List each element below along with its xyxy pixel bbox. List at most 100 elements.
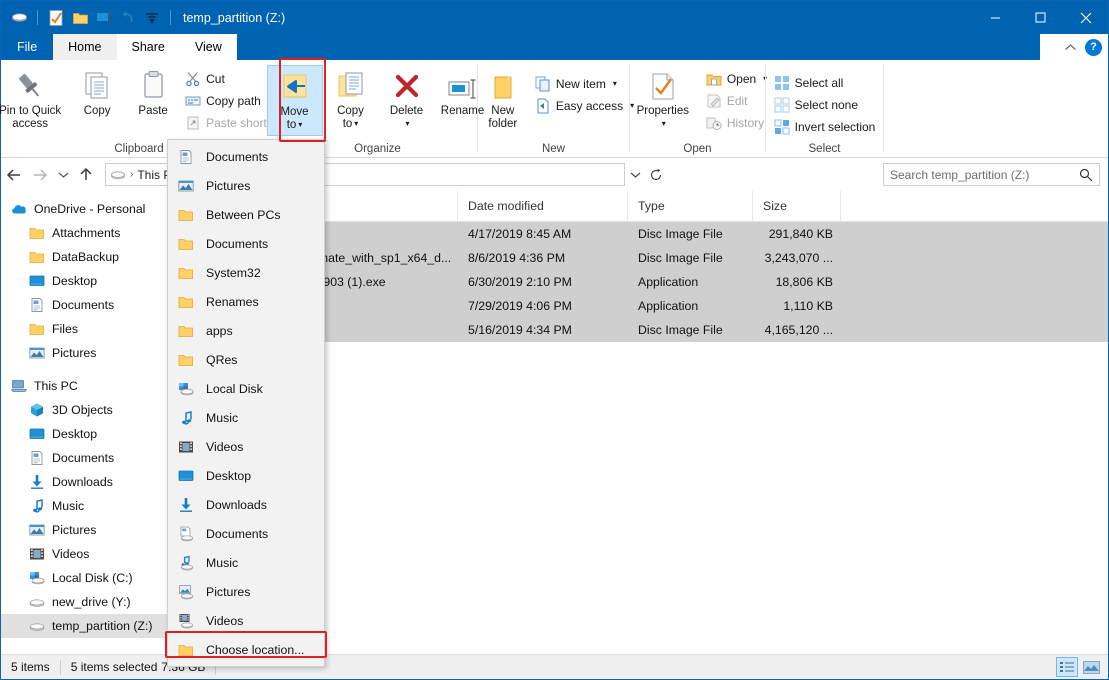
- undo-icon[interactable]: [118, 8, 138, 28]
- file-type-cell: Disc Image File: [628, 323, 753, 337]
- sidebar-item-new-drive-y[interactable]: new_drive (Y:): [1, 590, 170, 614]
- sidebar-item-desktop[interactable]: Desktop: [1, 422, 170, 446]
- sidebar-item-label: 3D Objects: [52, 403, 113, 417]
- select-all-label: Select all: [795, 76, 844, 90]
- sidebar-item-pictures[interactable]: Pictures: [1, 518, 170, 542]
- menu-item-downloads[interactable]: Downloads: [168, 490, 324, 519]
- move-to-icon: [279, 69, 311, 103]
- menu-item-pictures[interactable]: Pictures: [168, 577, 324, 606]
- menu-item-apps[interactable]: apps: [168, 316, 324, 345]
- menu-item-desktop[interactable]: Desktop: [168, 461, 324, 490]
- rename-icon[interactable]: [94, 8, 114, 28]
- menu-item-between-pcs[interactable]: Between PCs: [168, 200, 324, 229]
- search-icon[interactable]: [1079, 168, 1093, 182]
- sidebar-item-databackup[interactable]: DataBackup: [1, 245, 170, 269]
- easy-access-button[interactable]: Easy access ▾: [531, 95, 638, 117]
- sidebar-item-downloads[interactable]: Downloads: [1, 470, 170, 494]
- menu-item-local-disk[interactable]: Local Disk: [168, 374, 324, 403]
- pin-to-quick-access-button[interactable]: Pin to Quick access: [0, 65, 69, 134]
- forward-button[interactable]: [27, 162, 53, 188]
- sidebar-item-pictures[interactable]: Pictures: [1, 341, 170, 365]
- menu-item-label: Music: [206, 411, 238, 425]
- sidebar-item-videos[interactable]: Videos: [1, 542, 170, 566]
- properties-icon[interactable]: [46, 8, 66, 28]
- chevron-up-icon[interactable]: [1064, 43, 1077, 52]
- desktop-icon: [178, 468, 194, 484]
- edit-button[interactable]: Edit: [702, 90, 771, 112]
- column-header-size[interactable]: Size: [753, 191, 841, 222]
- pictures-icon: [178, 178, 194, 194]
- ribbon-tab-bar: File Home Share View: [1, 34, 1108, 60]
- details-view-icon[interactable]: [1056, 657, 1078, 677]
- menu-item-documents[interactable]: Documents: [168, 229, 324, 258]
- menu-item-label: System32: [206, 266, 261, 280]
- menu-item-documents[interactable]: Documents: [168, 142, 324, 171]
- menu-item-videos[interactable]: Videos: [168, 432, 324, 461]
- menu-item-music[interactable]: Music: [168, 403, 324, 432]
- up-button[interactable]: [73, 162, 99, 188]
- tab-file[interactable]: File: [1, 34, 53, 60]
- column-header-label: Size: [763, 199, 787, 213]
- pin-to-quick-access-label: Pin to Quick access: [0, 105, 61, 131]
- sidebar-item-this-pc[interactable]: This PC: [1, 374, 170, 398]
- sidebar-item-documents[interactable]: Documents: [1, 293, 170, 317]
- menu-item-pictures[interactable]: Pictures: [168, 171, 324, 200]
- invert-selection-button[interactable]: Invert selection: [770, 116, 880, 138]
- move-to-label: Move to▾: [280, 106, 308, 132]
- menu-item-label: Renames: [206, 295, 259, 309]
- large-icons-view-icon[interactable]: [1080, 657, 1102, 677]
- close-button[interactable]: [1063, 1, 1108, 34]
- menu-item-music[interactable]: Music: [168, 548, 324, 577]
- move-to-button[interactable]: Move to▾: [267, 65, 323, 136]
- copy-path-icon: [185, 93, 201, 109]
- back-button[interactable]: [1, 162, 27, 188]
- new-item-button[interactable]: New item ▾: [531, 73, 638, 95]
- sidebar-item-files[interactable]: Files: [1, 317, 170, 341]
- menu-item-renames[interactable]: Renames: [168, 287, 324, 316]
- sidebar-item-temp-partition-z[interactable]: temp_partition (Z:): [1, 614, 170, 638]
- menu-item-videos[interactable]: Videos: [168, 606, 324, 635]
- sidebar-item-label: Pictures: [52, 346, 96, 360]
- sidebar-item-local-disk-c[interactable]: Local Disk (C:): [1, 566, 170, 590]
- refresh-icon[interactable]: [645, 163, 667, 186]
- sidebar-item-onedrive-personal[interactable]: OneDrive - Personal: [1, 197, 170, 221]
- sidebar-item-documents[interactable]: Documents: [1, 446, 170, 470]
- scissors-icon: [185, 71, 201, 87]
- minimize-button[interactable]: [973, 1, 1018, 34]
- copy-to-button[interactable]: Copy to▾: [323, 65, 379, 134]
- column-header-date-modified[interactable]: Date modified: [458, 191, 628, 222]
- help-icon[interactable]: ?: [1085, 39, 1102, 56]
- menu-item-system32[interactable]: System32: [168, 258, 324, 287]
- select-all-button[interactable]: Select all: [770, 72, 880, 94]
- sidebar-item-label: Desktop: [52, 427, 97, 441]
- sidebar-item-desktop[interactable]: Desktop: [1, 269, 170, 293]
- history-button[interactable]: History: [702, 112, 771, 134]
- maximize-button[interactable]: [1018, 1, 1063, 34]
- properties-button[interactable]: Properties▾: [624, 65, 702, 134]
- sidebar-item-attachments[interactable]: Attachments: [1, 221, 170, 245]
- tab-view[interactable]: View: [180, 34, 237, 60]
- new-folder-icon: [488, 68, 518, 102]
- select-none-button[interactable]: Select none: [770, 94, 880, 116]
- recent-locations-button[interactable]: [53, 162, 73, 188]
- new-folder-icon[interactable]: [70, 8, 90, 28]
- open-button[interactable]: Open ▾: [702, 68, 771, 90]
- sidebar-item-label: Pictures: [52, 523, 96, 537]
- tab-home[interactable]: Home: [53, 34, 116, 60]
- delete-button[interactable]: Delete▾: [379, 65, 435, 134]
- menu-item-documents[interactable]: Documents: [168, 519, 324, 548]
- customize-qat-icon[interactable]: [142, 8, 162, 28]
- column-header-type[interactable]: Type: [628, 191, 753, 222]
- sidebar-item-music[interactable]: Music: [1, 494, 170, 518]
- search-input[interactable]: Search temp_partition (Z:): [883, 163, 1100, 186]
- drive-icon[interactable]: [9, 8, 29, 28]
- copy-button[interactable]: Copy: [69, 65, 125, 121]
- new-folder-button[interactable]: New folder: [475, 65, 531, 134]
- paste-label: Paste: [138, 105, 167, 118]
- menu-item-qres[interactable]: QRes: [168, 345, 324, 374]
- tab-share[interactable]: Share: [117, 34, 180, 60]
- paste-button[interactable]: Paste: [125, 65, 181, 121]
- sidebar-item-3d-objects[interactable]: 3D Objects: [1, 398, 170, 422]
- menu-item-choose-location[interactable]: Choose location...: [168, 635, 324, 664]
- chevron-down-icon[interactable]: [625, 163, 645, 186]
